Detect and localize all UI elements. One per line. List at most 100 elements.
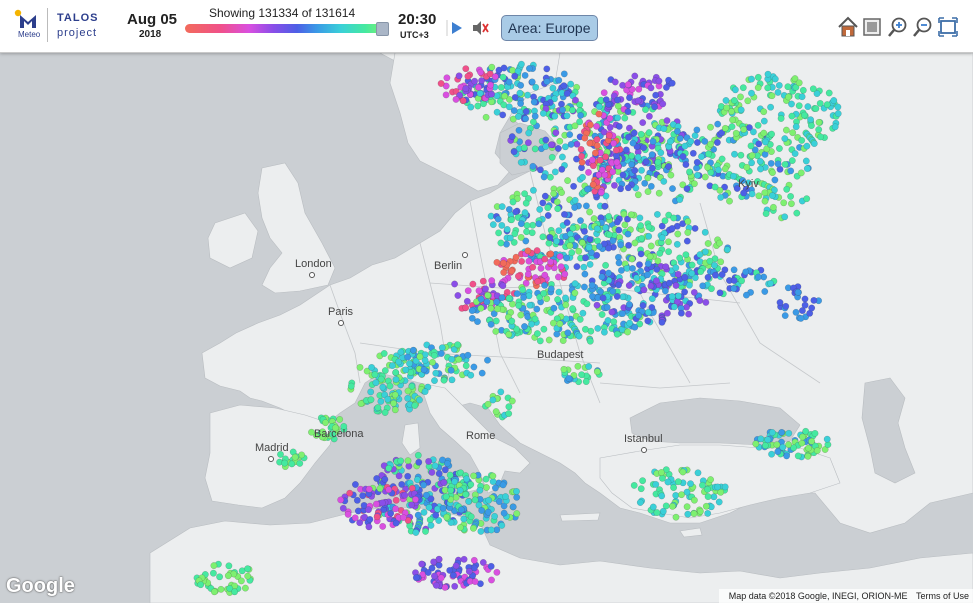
strike-marker (556, 320, 564, 328)
strike-marker (532, 83, 540, 91)
strike-marker (521, 323, 528, 330)
strike-marker (440, 479, 448, 486)
strike-marker (615, 281, 623, 289)
strike-marker (597, 189, 605, 197)
strike-marker (517, 158, 525, 166)
strike-marker (578, 239, 586, 247)
strike-marker (344, 510, 352, 518)
strike-marker (670, 214, 678, 222)
showing-count: Showing 131334 of 131614 (209, 6, 356, 20)
strike-marker (598, 311, 606, 318)
meteo-logo[interactable]: Meteo (12, 9, 46, 41)
zoom-in-icon[interactable] (886, 15, 910, 39)
strike-marker (543, 65, 551, 73)
strike-marker (663, 309, 671, 317)
strike-marker (760, 108, 768, 116)
strike-marker (723, 104, 731, 112)
terms-of-use-link[interactable]: Terms of Use (916, 591, 969, 601)
strike-marker (368, 363, 376, 371)
strike-marker (509, 198, 517, 206)
strike-marker (543, 78, 551, 86)
strike-marker (416, 353, 424, 361)
strike-marker (631, 72, 639, 80)
strike-marker (468, 314, 476, 322)
strike-marker (351, 514, 359, 522)
strike-marker (404, 394, 412, 402)
strike-marker (421, 388, 429, 396)
strike-marker (467, 103, 475, 111)
strike-marker (610, 181, 618, 189)
zoom-out-icon[interactable] (911, 15, 935, 39)
map-attribution: Map data ©2018 Google, INEGI, ORION-ME T… (718, 589, 973, 603)
strike-marker (374, 404, 382, 412)
fullscreen-icon[interactable] (936, 15, 960, 39)
city-label-madrid: Madrid (255, 442, 289, 454)
strike-marker (412, 529, 420, 536)
strike-marker (392, 376, 400, 383)
strike-marker (588, 281, 596, 289)
strike-marker (637, 485, 645, 493)
strike-marker (729, 172, 737, 180)
home-icon[interactable] (836, 15, 860, 39)
strike-marker (420, 481, 428, 489)
strike-marker (637, 250, 645, 258)
strike-marker (718, 155, 726, 163)
strike-marker (244, 572, 252, 580)
strike-marker (462, 362, 470, 370)
strike-marker (782, 302, 790, 310)
strike-marker (593, 368, 601, 376)
area-selector-button[interactable]: Area: Europe (501, 15, 598, 41)
strike-marker (564, 177, 572, 185)
strike-marker (237, 577, 245, 585)
strike-marker (411, 402, 419, 409)
strike-marker (509, 503, 517, 511)
time-slider-handle[interactable] (375, 22, 389, 36)
strike-marker (457, 506, 465, 514)
layers-icon[interactable] (860, 15, 884, 39)
strike-marker (548, 153, 556, 161)
strike-marker (693, 158, 701, 166)
strike-marker (573, 263, 581, 271)
strike-marker (779, 443, 787, 451)
strike-marker (571, 122, 579, 130)
strike-marker (601, 202, 609, 210)
sound-icon[interactable] (469, 17, 491, 39)
strike-marker (498, 521, 506, 529)
strike-marker (688, 261, 696, 269)
strike-marker (685, 281, 693, 289)
time-slider-track[interactable] (185, 24, 385, 33)
strike-marker (385, 486, 393, 494)
strike-marker (647, 282, 655, 290)
strike-marker (619, 310, 627, 318)
strike-marker (614, 96, 622, 104)
strike-marker (586, 260, 594, 268)
strike-marker (693, 139, 701, 146)
strike-marker (775, 81, 783, 89)
strike-marker (754, 84, 762, 92)
strike-marker (609, 168, 617, 176)
strike-marker (645, 223, 653, 231)
play-icon[interactable] (445, 17, 467, 39)
strike-marker (365, 523, 373, 531)
strike-marker (629, 139, 637, 147)
strike-marker (674, 292, 682, 300)
strike-marker (589, 181, 597, 189)
strike-marker (443, 460, 451, 467)
strike-marker (576, 315, 584, 323)
strike-marker (807, 116, 815, 124)
city-marker-paris (338, 320, 344, 326)
strike-marker (541, 192, 549, 200)
strike-marker (684, 510, 692, 518)
strike-marker (442, 91, 450, 99)
strike-marker (431, 377, 438, 385)
strike-marker (639, 119, 647, 127)
strike-marker (440, 376, 448, 384)
lightning-map[interactable]: London Paris Berlin Madrid Barcelona Bud… (0, 53, 973, 603)
strike-marker (513, 290, 521, 298)
strike-marker (430, 352, 438, 359)
strike-marker (672, 491, 680, 499)
strike-marker (787, 167, 795, 175)
strike-marker (669, 502, 676, 510)
strike-marker (503, 225, 511, 233)
strike-marker (379, 383, 387, 391)
